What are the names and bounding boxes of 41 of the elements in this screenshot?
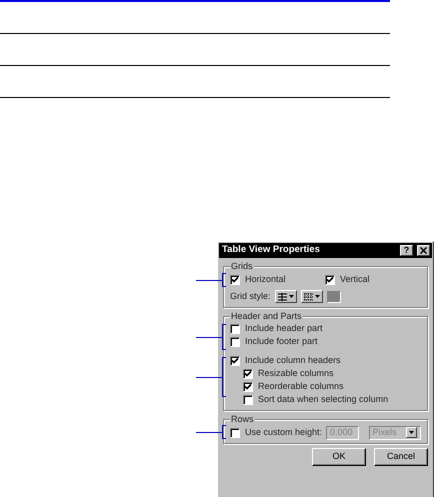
checkbox-label: Horizontal bbox=[245, 272, 286, 286]
checkbox[interactable] bbox=[325, 274, 335, 284]
leader-line bbox=[196, 376, 222, 378]
callout-bracket bbox=[222, 324, 226, 350]
checkbox[interactable] bbox=[230, 428, 240, 438]
line-style-dropdown[interactable] bbox=[300, 290, 323, 304]
leader-line bbox=[196, 336, 222, 338]
checkbox-label: Use custom height: bbox=[245, 426, 322, 439]
caret-icon bbox=[314, 295, 320, 298]
checkbox-label: Include column headers bbox=[245, 354, 341, 368]
checkbox-label: Resizable columns bbox=[258, 367, 334, 380]
help-button[interactable]: ? bbox=[400, 245, 413, 256]
color-swatch[interactable] bbox=[326, 290, 341, 303]
window-title: Table View Properties bbox=[222, 243, 320, 258]
grid-icon bbox=[304, 292, 313, 301]
callout-bracket bbox=[222, 356, 226, 396]
cancel-button[interactable]: Cancel bbox=[374, 448, 428, 466]
checkbox-label: Include footer part bbox=[245, 335, 318, 348]
ok-button[interactable]: OK bbox=[312, 448, 366, 466]
grid-icon bbox=[278, 292, 287, 301]
checkbox[interactable] bbox=[230, 274, 240, 284]
checkbox-label: Vertical bbox=[340, 272, 370, 286]
close-icon bbox=[420, 247, 427, 254]
checkbox-label: Sort data when selecting column bbox=[258, 393, 388, 406]
checkbox[interactable] bbox=[230, 324, 240, 334]
close-button[interactable] bbox=[417, 245, 430, 256]
grid-style-label: Grid style: bbox=[230, 290, 271, 303]
callout-bracket bbox=[222, 424, 226, 438]
checkbox[interactable] bbox=[243, 395, 253, 405]
leader-line bbox=[196, 280, 222, 281]
checkbox[interactable] bbox=[230, 337, 240, 347]
checkbox[interactable] bbox=[243, 382, 253, 392]
unit-dropdown-value: Pixels bbox=[372, 426, 397, 439]
checkbox[interactable] bbox=[243, 369, 253, 379]
checkbox[interactable] bbox=[230, 356, 240, 366]
checkbox-label: Reorderable columns bbox=[258, 380, 344, 394]
checkbox-label: Include header part bbox=[245, 322, 323, 336]
caret-icon bbox=[288, 295, 294, 298]
line-style-dropdown[interactable] bbox=[274, 290, 297, 304]
callout-bracket bbox=[222, 273, 226, 287]
caret-icon bbox=[409, 431, 414, 434]
